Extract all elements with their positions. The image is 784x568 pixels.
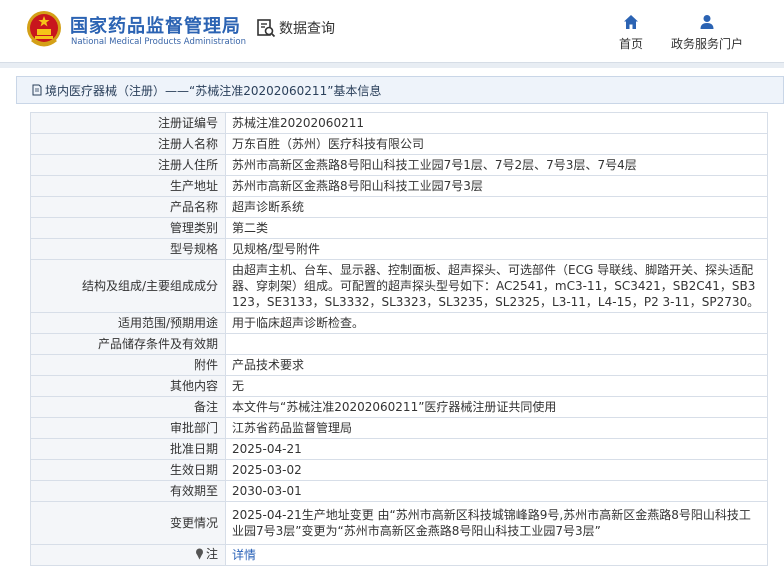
brand-title: 国家药品监督管理局 <box>70 16 241 37</box>
field-label: 生产地址 <box>30 175 226 197</box>
field-label: 生效日期 <box>30 459 226 481</box>
field-label: 管理类别 <box>30 217 226 239</box>
field-label: 注册人名称 <box>30 133 226 155</box>
field-value: 万东百胜（苏州）医疗科技有限公司 <box>225 133 768 155</box>
field-value: 2030-03-01 <box>225 480 768 502</box>
field-value: 苏州市高新区金燕路8号阳山科技工业园7号1层、7号2层、7号3层、7号4层 <box>225 154 768 176</box>
record-title: 境内医疗器械（注册）——“苏械注准20202060211”基本信息 <box>45 83 382 98</box>
field-label: 其他内容 <box>30 375 226 397</box>
registration-info-table: 注册证编号 苏械注准20202060211 注册人名称 万东百胜（苏州）医疗科技有限公… <box>30 112 768 566</box>
field-value: 超声诊断系统 <box>225 196 768 218</box>
national-emblem-logo <box>27 11 61 47</box>
note-label: 注 <box>205 547 218 561</box>
table-row: 备注 本文件与“苏械注准20202060211”医疗器械注册证共同使用 <box>30 396 768 418</box>
note-row: 注详情 <box>30 544 768 566</box>
nav-service-portal[interactable]: 政务服务门户 <box>671 14 743 52</box>
field-label: 型号规格 <box>30 238 226 260</box>
table-row: 其他内容无 <box>30 375 768 397</box>
details-link[interactable]: 详情 <box>232 548 256 562</box>
field-label: 适用范围/预期用途 <box>30 312 226 334</box>
table-row: 注册人住所 苏州市高新区金燕路8号阳山科技工业园7号1层、7号2层、7号3层、7号… <box>30 154 768 176</box>
field-label: 注册人住所 <box>30 154 226 176</box>
data-query-link[interactable]: 数据查询 <box>256 18 335 38</box>
user-icon <box>700 15 714 29</box>
site-header: 国家药品监督管理局 National Medical Products Admi… <box>0 0 784 62</box>
field-label: 产品储存条件及有效期 <box>30 333 226 355</box>
field-label: 批准日期 <box>30 438 226 460</box>
field-value: 2025-04-21生产地址变更 由“苏州市高新区科技城锦峰路9号,苏州市高新区… <box>225 501 768 545</box>
record-title-bar: 境内医疗器械（注册）——“苏械注准20202060211”基本信息 <box>16 76 784 104</box>
field-label: 结构及组成/主要组成成分 <box>30 259 226 313</box>
field-value: 无 <box>225 375 768 397</box>
header-separator <box>0 62 784 68</box>
table-row: 附件 产品技术要求 <box>30 354 768 376</box>
table-row: 生效日期 2025-03-02 <box>30 459 768 481</box>
field-value <box>225 333 768 355</box>
field-value: 江苏省药品监督管理局 <box>225 417 768 439</box>
field-value: 2025-04-21 <box>225 438 768 460</box>
data-query-label: 数据查询 <box>279 21 335 37</box>
nav-service-portal-label: 政务服务门户 <box>671 37 744 51</box>
field-value: 本文件与“苏械注准20202060211”医疗器械注册证共同使用 <box>225 396 768 418</box>
table-row: 审批部门 江苏省药品监督管理局 <box>30 417 768 439</box>
field-value: 苏械注准20202060211 <box>225 112 768 134</box>
home-icon <box>624 15 638 29</box>
data-search-icon <box>257 19 276 38</box>
field-label: 注册证编号 <box>30 112 226 134</box>
field-label: 审批部门 <box>30 417 226 439</box>
table-row: 注册证编号 苏械注准20202060211 <box>30 112 768 134</box>
field-label: 产品名称 <box>30 196 226 218</box>
pin-icon <box>195 548 203 560</box>
table-row: 产品名称 超声诊断系统 <box>30 196 768 218</box>
field-value: 由超声主机、台车、显示器、控制面板、超声探头、可选部件（ECG 导联线、脚踏开关… <box>225 259 768 313</box>
field-value: 产品技术要求 <box>225 354 768 376</box>
table-row: 适用范围/预期用途 用于临床超声诊断检查。 <box>30 312 768 334</box>
table-row: 生产地址 苏州市高新区金燕路8号阳山科技工业园7号3层 <box>30 175 768 197</box>
table-row: 产品储存条件及有效期 <box>30 333 768 355</box>
field-value: 用于临床超声诊断检查。 <box>225 312 768 334</box>
brand-subtitle: National Medical Products Administration <box>71 37 246 47</box>
field-value: 2025-03-02 <box>225 459 768 481</box>
field-value: 苏州市高新区金燕路8号阳山科技工业园7号3层 <box>225 175 768 197</box>
field-label: 附件 <box>30 354 226 376</box>
table-row: 批准日期 2025-04-21 <box>30 438 768 460</box>
table-row: 型号规格 见规格/型号附件 <box>30 238 768 260</box>
field-value: 第二类 <box>225 217 768 239</box>
table-row: 有效期至 2030-03-01 <box>30 480 768 502</box>
nav-home[interactable]: 首页 <box>619 14 643 52</box>
table-row: 变更情况 2025-04-21生产地址变更 由“苏州市高新区科技城锦峰路9号,苏州… <box>30 501 768 545</box>
field-label: 备注 <box>30 396 226 418</box>
field-label: 变更情况 <box>30 501 226 545</box>
note-label-cell: 注 <box>30 544 226 566</box>
field-label: 有效期至 <box>30 480 226 502</box>
table-row: 管理类别 第二类 <box>30 217 768 239</box>
document-icon <box>32 84 42 96</box>
nav-home-label: 首页 <box>619 37 644 51</box>
table-row: 注册人名称 万东百胜（苏州）医疗科技有限公司 <box>30 133 768 155</box>
field-value: 见规格/型号附件 <box>225 238 768 260</box>
table-row: 结构及组成/主要组成成分 由超声主机、台车、显示器、控制面板、超声探头、可选部件（… <box>30 259 768 313</box>
